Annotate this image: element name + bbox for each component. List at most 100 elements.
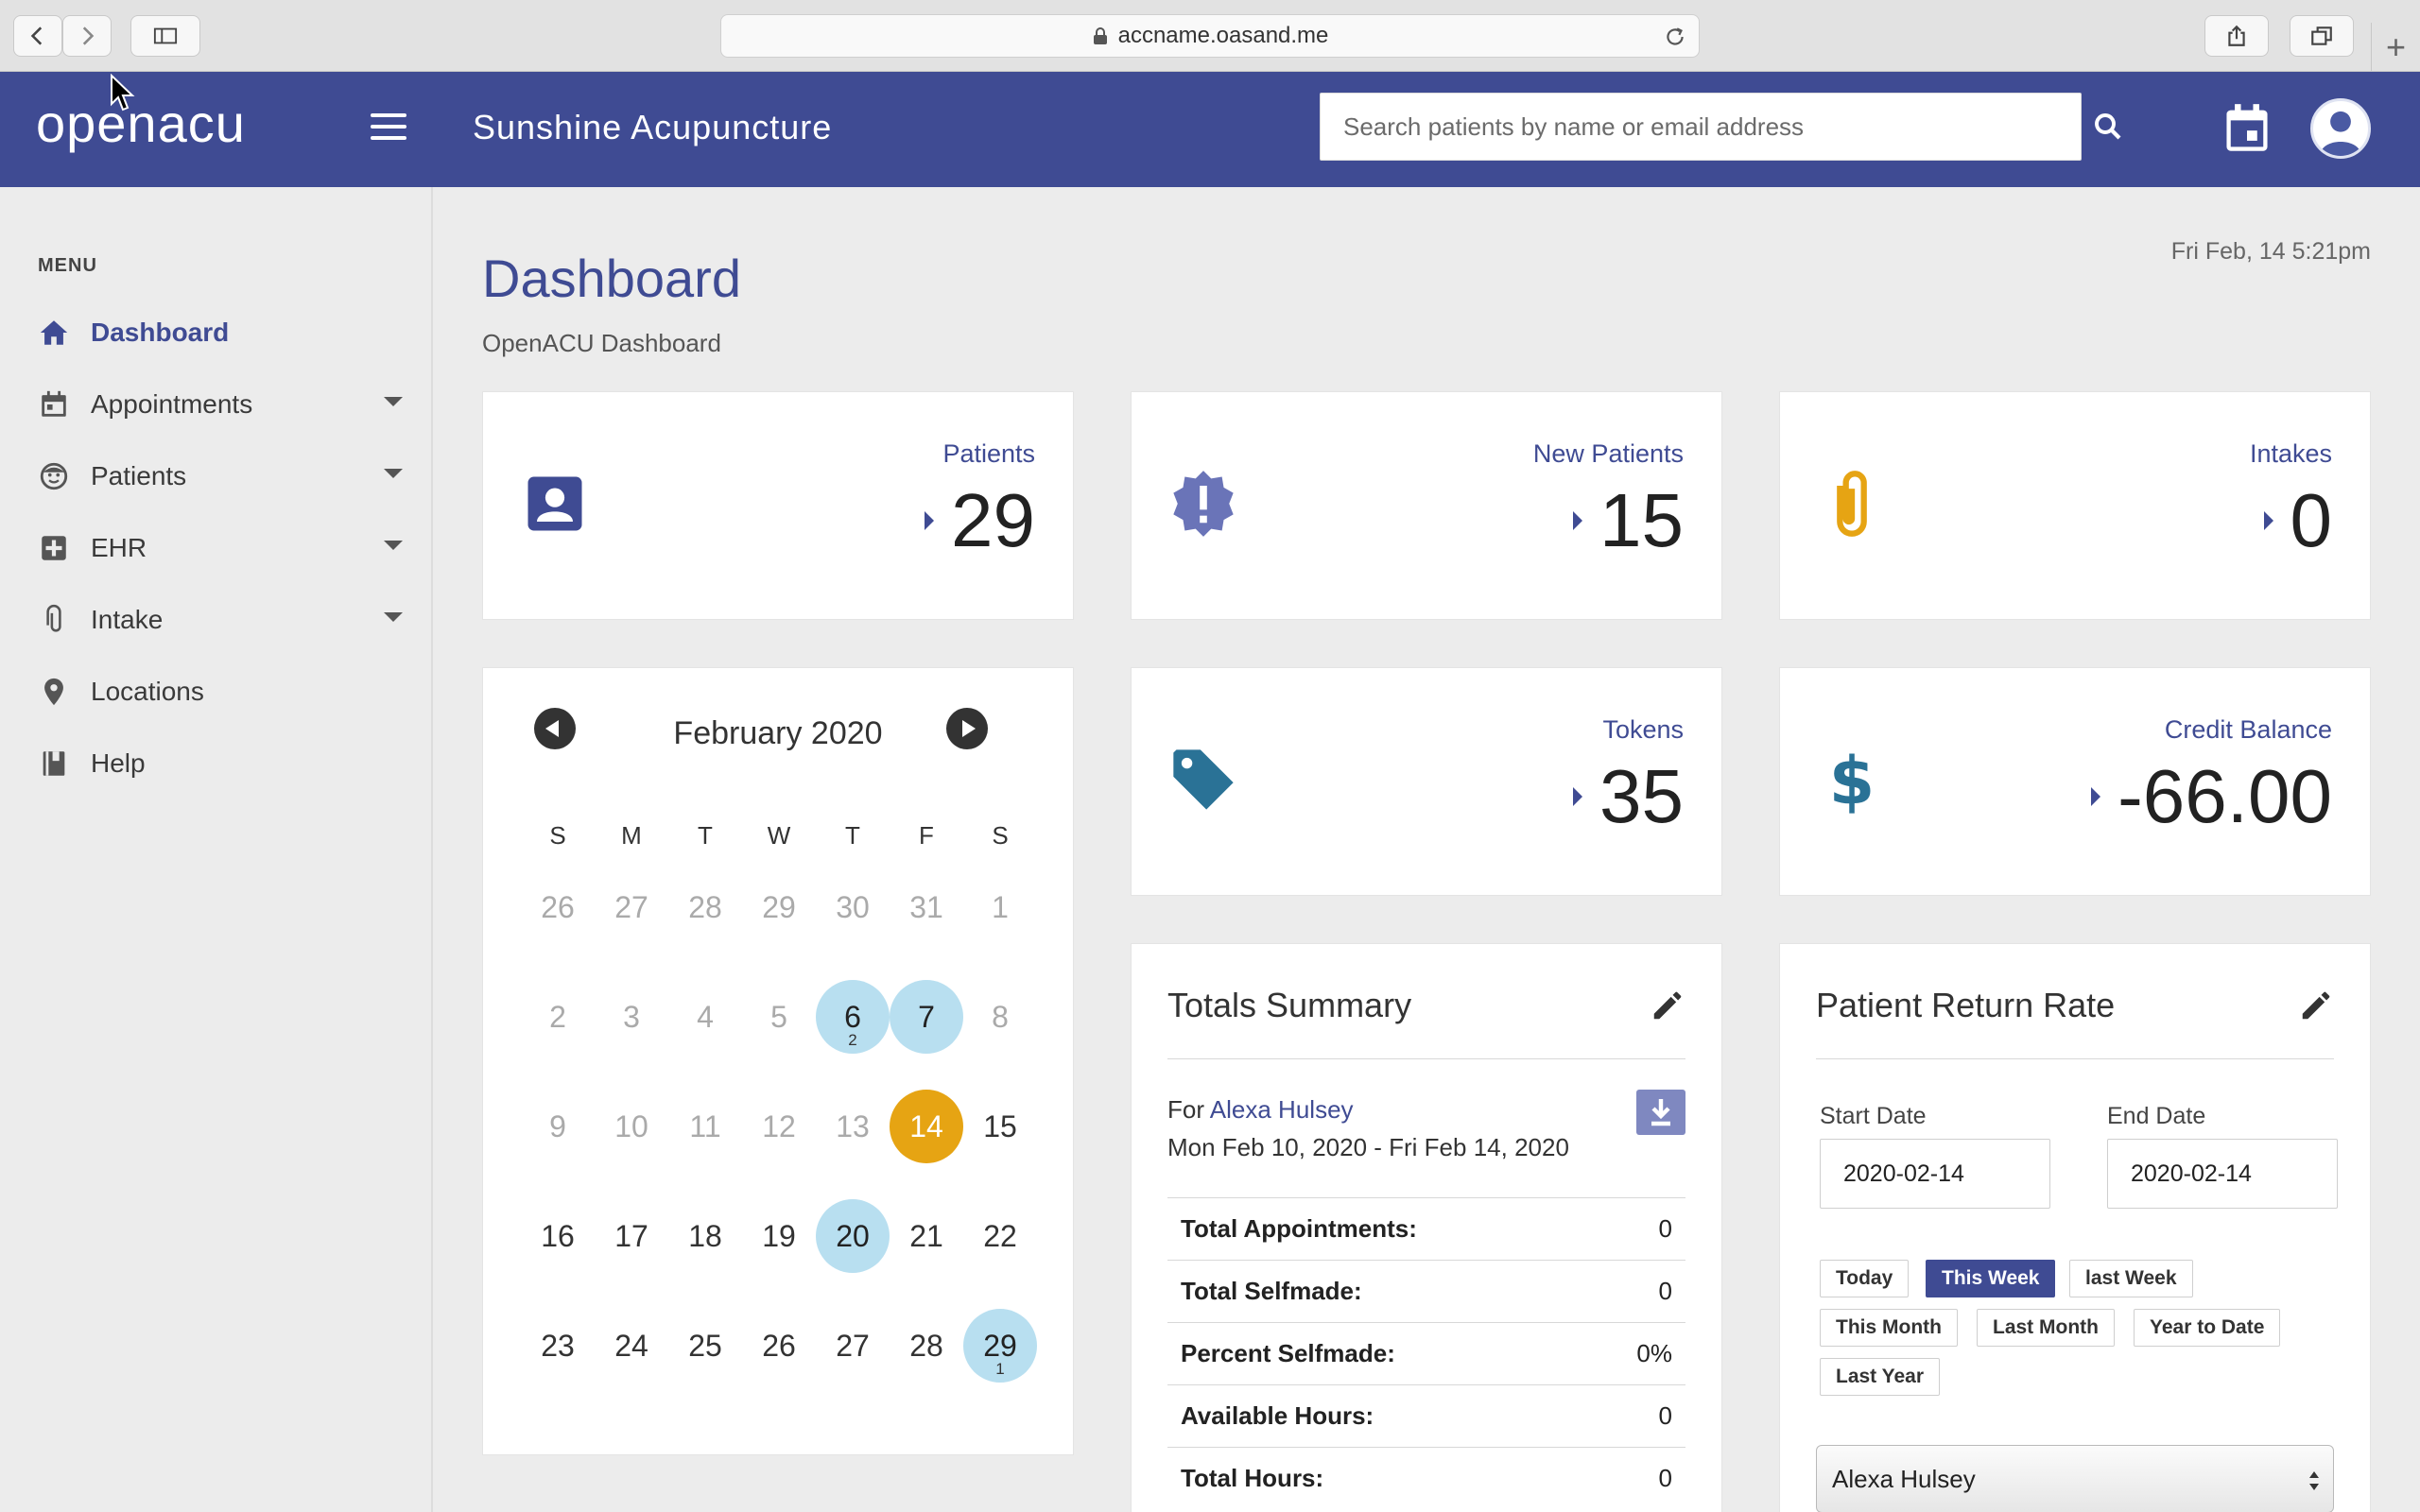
calendar-day[interactable]: 31 xyxy=(890,870,963,944)
calendar-day[interactable]: 27 xyxy=(816,1309,890,1383)
totals-row-label: Total Hours: xyxy=(1181,1464,1324,1492)
calendar-day[interactable]: 29 1 xyxy=(963,1309,1037,1383)
calendar-day[interactable]: 7 xyxy=(890,980,963,1054)
range-last-month-button[interactable]: Last Month xyxy=(1977,1309,2115,1347)
hamburger-menu-button[interactable] xyxy=(371,113,406,142)
pencil-edit-icon[interactable] xyxy=(1650,988,1685,1023)
range-this-week-button[interactable]: This Week xyxy=(1926,1260,2056,1297)
download-button[interactable] xyxy=(1636,1090,1685,1135)
practitioner-link[interactable]: Alexa Hulsey xyxy=(1210,1095,1354,1124)
calendar-day-today[interactable]: 14 xyxy=(890,1090,963,1163)
download-icon xyxy=(1651,1099,1670,1126)
calendar-day[interactable]: 1 xyxy=(963,870,1037,944)
calendar-day[interactable]: 19 xyxy=(742,1199,816,1273)
calendar-day[interactable]: 62 xyxy=(816,980,890,1054)
calendar-day-number: 28 xyxy=(909,1328,943,1363)
calendar-day-number: 21 xyxy=(909,1218,943,1253)
calendar-day[interactable]: 18 xyxy=(668,1199,742,1273)
patient-search-input[interactable] xyxy=(1320,93,2082,161)
calendar-icon[interactable] xyxy=(2221,102,2273,155)
openacu-logo[interactable]: openacu xyxy=(36,93,246,154)
sidebar-item-appointments[interactable]: Appointments xyxy=(38,378,403,431)
calendar-day[interactable]: 16 xyxy=(521,1199,595,1273)
browser-sidebar-button[interactable] xyxy=(130,15,200,57)
calendar-day[interactable]: 24 xyxy=(595,1309,668,1383)
browser-back-button[interactable] xyxy=(13,15,62,57)
sidebar-toggle-icon xyxy=(153,27,178,44)
intakes-stat-card[interactable]: Intakes 0 xyxy=(1779,391,2371,620)
patients-stat-card[interactable]: Patients 29 xyxy=(482,391,1074,620)
calendar-day[interactable]: 5 xyxy=(742,980,816,1054)
totals-row-label: Percent Selfmade: xyxy=(1181,1339,1395,1367)
calendar-day[interactable]: 10 xyxy=(595,1090,668,1163)
caret-right-icon xyxy=(2263,511,2273,530)
reload-icon[interactable] xyxy=(1663,25,1687,49)
calendar-day-number: 28 xyxy=(688,889,722,924)
calendar-day[interactable]: 26 xyxy=(521,870,595,944)
tokens-stat-card[interactable]: Tokens 35 xyxy=(1131,667,1722,896)
calendar-day[interactable]: 12 xyxy=(742,1090,816,1163)
calendar-day[interactable]: 17 xyxy=(595,1199,668,1273)
calendar-day[interactable]: 2 xyxy=(521,980,595,1054)
sidebar-item-dashboard[interactable]: Dashboard xyxy=(38,306,403,359)
sidebar-item-intake[interactable]: Intake xyxy=(38,593,403,646)
calendar-day[interactable]: 21 xyxy=(890,1199,963,1273)
search-icon[interactable] xyxy=(2091,110,2125,144)
range-year-to-date-button[interactable]: Year to Date xyxy=(2134,1309,2281,1347)
calendar-day[interactable]: 26 xyxy=(742,1309,816,1383)
new-tab-button[interactable]: + xyxy=(2371,23,2420,72)
browser-forward-button[interactable] xyxy=(62,15,112,57)
contact-card-icon xyxy=(527,476,582,531)
end-date-input[interactable] xyxy=(2107,1139,2338,1209)
calendar-day[interactable]: 15 xyxy=(963,1090,1037,1163)
calendar-next-month-button[interactable] xyxy=(946,708,988,749)
sidebar-item-patients[interactable]: Patients xyxy=(38,450,403,503)
totals-row-value: 0 xyxy=(1658,1277,1672,1305)
tag-icon xyxy=(1173,749,1234,810)
calendar-day[interactable]: 13 xyxy=(816,1090,890,1163)
plus-icon: + xyxy=(2385,27,2407,66)
range-last-week-button[interactable]: last Week xyxy=(2069,1260,2193,1297)
totals-row-value: 0 xyxy=(1658,1214,1672,1243)
stat-number: 35 xyxy=(1599,754,1684,838)
new-patients-stat-card[interactable]: New Patients 15 xyxy=(1131,391,1722,620)
range-today-button[interactable]: Today xyxy=(1820,1260,1910,1297)
sidebar-item-locations[interactable]: Locations xyxy=(38,665,403,718)
range-last-year-button[interactable]: Last Year xyxy=(1820,1358,1941,1396)
sidebar-item-help[interactable]: Help xyxy=(38,737,403,790)
calendar-day[interactable]: 27 xyxy=(595,870,668,944)
start-date-input[interactable] xyxy=(1820,1139,2050,1209)
address-bar[interactable]: accname.oasand.me xyxy=(720,14,1700,58)
practitioner-select[interactable]: Alexa Hulsey xyxy=(1816,1445,2334,1512)
credit-balance-stat-card[interactable]: $ Credit Balance -66.00 xyxy=(1779,667,2371,896)
calendar-day-number: 8 xyxy=(992,999,1009,1034)
calendar-day-number: 25 xyxy=(688,1328,722,1363)
calendar-day-number: 29 xyxy=(983,1328,1017,1363)
pencil-edit-icon[interactable] xyxy=(2298,988,2334,1023)
calendar-day[interactable]: 11 xyxy=(668,1090,742,1163)
share-button[interactable] xyxy=(2204,15,2269,57)
sidebar-item-ehr[interactable]: EHR xyxy=(38,522,403,575)
url-text: accname.oasand.me xyxy=(1117,23,1329,48)
calendar-day[interactable]: 25 xyxy=(668,1309,742,1383)
user-avatar[interactable] xyxy=(2310,98,2371,159)
caret-right-icon xyxy=(1573,787,1583,806)
calendar-day-number: 5 xyxy=(770,999,787,1034)
range-this-month-button[interactable]: This Month xyxy=(1820,1309,1958,1347)
calendar-day[interactable]: 4 xyxy=(668,980,742,1054)
calendar-widget: February 2020 S M T W T F S 26 27 28 29 30 31 1 2 3 4 5 6 2… xyxy=(482,667,1074,1455)
home-icon xyxy=(40,320,68,345)
calendar-day[interactable]: 30 xyxy=(816,870,890,944)
calendar-day[interactable]: 20 xyxy=(816,1199,890,1273)
calendar-day[interactable]: 9 xyxy=(521,1090,595,1163)
calendar-day[interactable]: 8 xyxy=(963,980,1037,1054)
page-subtitle: OpenACU Dashboard xyxy=(482,329,721,357)
calendar-day-number: 10 xyxy=(614,1108,648,1143)
calendar-day[interactable]: 23 xyxy=(521,1309,595,1383)
calendar-day[interactable]: 28 xyxy=(890,1309,963,1383)
calendar-day[interactable]: 3 xyxy=(595,980,668,1054)
tabs-overview-button[interactable] xyxy=(2290,15,2354,57)
calendar-day[interactable]: 29 xyxy=(742,870,816,944)
calendar-day[interactable]: 28 xyxy=(668,870,742,944)
calendar-day[interactable]: 22 xyxy=(963,1199,1037,1273)
